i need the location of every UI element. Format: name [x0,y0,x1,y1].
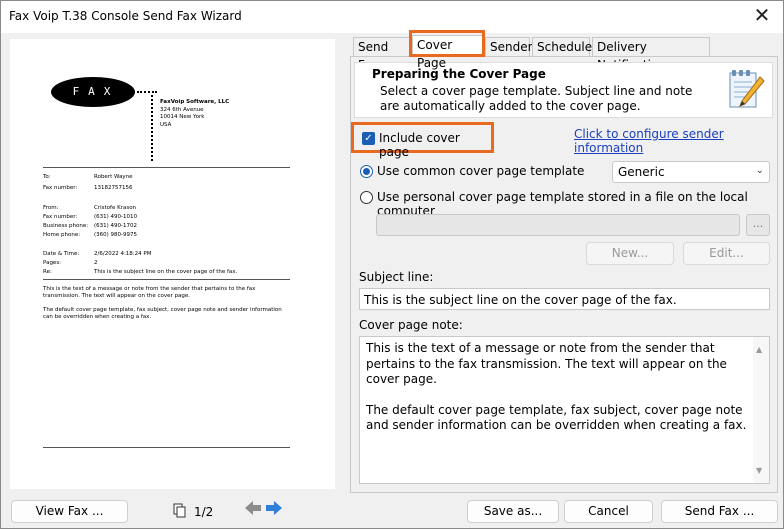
info-title: Preparing the Cover Page [372,67,546,81]
include-cover-page-checkbox[interactable]: ✓ Include cover page [351,122,494,159]
browse-button[interactable]: ... [746,214,770,236]
pages-icon [173,503,186,518]
cover-page-note-textarea[interactable]: This is the text of a message or note fr… [359,336,770,484]
preview-divider [43,167,290,168]
note-scrollbar[interactable]: ▲ ▼ [753,337,769,483]
company-address: FaxVoip Software, LLC 324 6th Avenue 100… [160,99,229,129]
fax-preview: FAX FaxVoip Software, LLC 324 6th Avenue… [10,39,335,489]
note-paragraph: This is the text of a message or note fr… [366,341,727,386]
save-as-button[interactable]: Save as... [467,500,559,523]
template-select-value: Generic [618,165,665,179]
common-template-label: Use common cover page template [377,164,585,178]
info-description: Select a cover page template. Subject li… [380,84,693,113]
previous-page-arrow-icon[interactable] [244,500,262,516]
edit-template-button[interactable]: Edit... [683,242,770,265]
tab-schedule[interactable]: Schedule [532,37,592,56]
wizard-window: Fax Voip T.38 Console Send Fax Wizard ✕ … [0,0,784,529]
preview-body-text: The default cover page template, fax sub… [43,307,282,320]
logo-dotted-line-vertical [151,95,153,161]
preview-divider [43,447,290,448]
company-country: USA [160,121,172,128]
notepad-pencil-icon [729,70,765,108]
checkbox-checked-icon[interactable]: ✓ [362,132,375,145]
template-file-input[interactable] [376,214,740,236]
personal-template-radio[interactable] [360,191,373,204]
title-bar: Fax Voip T.38 Console Send Fax Wizard ✕ [1,1,783,33]
scroll-up-icon[interactable]: ▲ [756,342,762,358]
tab-sender[interactable]: Sender [485,37,533,56]
page-indicator: 1/2 [194,505,214,519]
window-title: Fax Voip T.38 Console Send Fax Wizard [9,9,242,23]
close-icon[interactable]: ✕ [751,4,773,26]
cover-page-note-label: Cover page note: [359,318,463,332]
tab-delivery-notification[interactable]: Delivery Notification [592,37,710,72]
send-fax-button[interactable]: Send Fax ... [661,500,778,523]
fax-logo: FAX [51,77,135,107]
subject-line-label: Subject line: [359,270,434,284]
tab-send-fax[interactable]: Send Fax [353,37,410,72]
chevron-down-icon: ⌄ [755,165,764,176]
preview-body-text: This is the text of a message or note fr… [43,286,256,299]
view-fax-button[interactable]: View Fax ... [11,500,128,523]
cancel-button[interactable]: Cancel [564,500,653,523]
company-address-line: 10014 New York [160,114,205,120]
preview-divider [43,279,290,280]
scroll-down-icon[interactable]: ▼ [756,463,762,479]
note-paragraph: The default cover page template, fax sub… [366,402,747,433]
logo-dotted-line [137,91,157,93]
subject-line-input[interactable]: This is the subject line on the cover pa… [359,288,770,310]
configure-sender-link[interactable]: Click to configure sender information [574,127,783,155]
company-address-line: 324 6th Avenue [160,106,204,113]
tab-cover-page[interactable]: Cover Page [412,35,483,70]
template-select[interactable]: Generic ⌄ [612,161,770,183]
company-name: FaxVoip Software, LLC [160,99,230,105]
include-cover-page-label: Include cover page [379,131,460,159]
next-page-arrow-icon[interactable] [265,500,283,516]
new-template-button[interactable]: New... [586,242,674,265]
common-template-radio[interactable] [360,165,373,178]
